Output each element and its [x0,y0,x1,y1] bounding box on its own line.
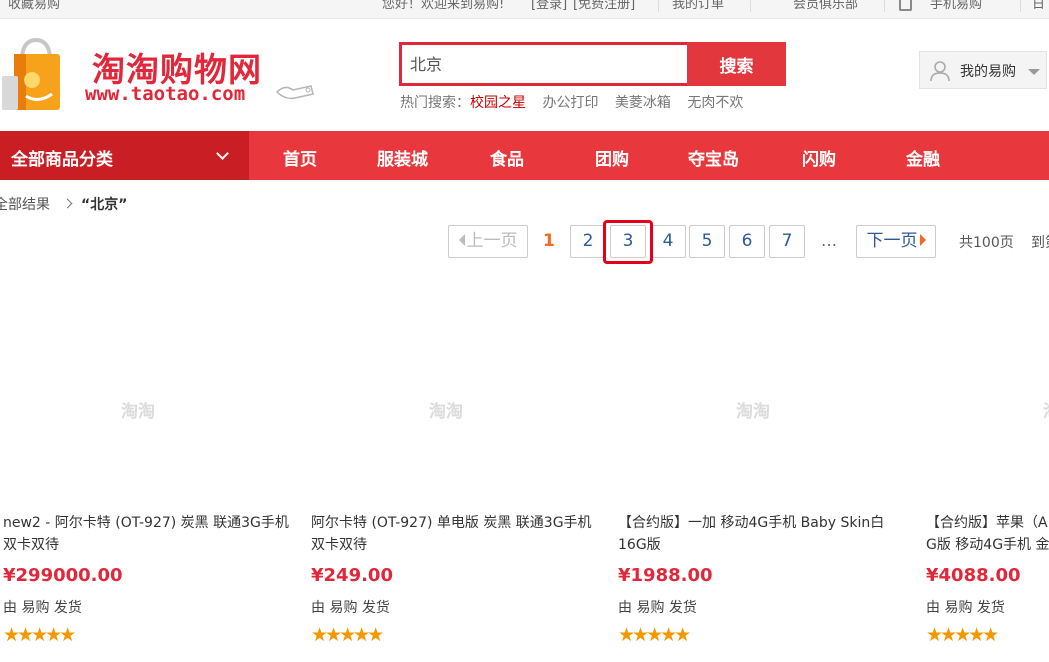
page-button[interactable]: 3 [610,225,646,258]
product-title[interactable]: new2 - 阿尔卡特 (OT-927) 炭黑 联通3G手机 双卡双待 [3,512,293,556]
image-watermark: 淘淘 [429,402,463,422]
rating-stars-icon: ★★★★★ [311,624,384,646]
price-tag-icon [275,85,314,100]
product-image[interactable]: 淘淘 [3,290,293,505]
product-shipping: 由 易购 发货 [926,600,1005,616]
page-button[interactable]: 2 [570,225,606,258]
product-image[interactable]: 淘 [926,290,1049,505]
login-link[interactable]: [登录] [531,0,567,12]
image-watermark: 淘淘 [736,402,770,422]
search-box [399,42,688,86]
prev-page-label: 上一页 [466,231,518,251]
product-title[interactable]: 【合约版】一加 移动4G手机 Baby Skin白 16G版 [618,512,908,556]
chevron-down-icon [1028,69,1040,75]
product-card[interactable]: 淘淘 阿尔卡特 (OT-927) 单电版 炭黑 联通3G手机 双卡双待 ¥249… [311,290,601,662]
product-price: ¥4088.00 [926,565,1021,586]
hot-search-term[interactable]: 办公打印 [542,95,598,111]
current-page: 1 [543,231,555,251]
next-page-button[interactable]: 下一页 [856,225,936,258]
product-image[interactable]: 淘淘 [311,290,601,505]
product-shipping: 由 易购 发货 [3,600,82,616]
product-price: ¥249.00 [311,565,393,586]
top-utility-bar: 收藏易购 您好！欢迎来到易购! [登录] [免费注册] 我的订单 会员俱乐部 手… [0,0,1049,19]
my-account-label: 我的易购 [960,64,1016,80]
product-title[interactable]: 【合约版】苹果（A G版 移动4G手机 金 [926,512,1049,556]
user-avatar-icon [930,61,950,82]
breadcrumb-root[interactable]: 全部结果 [0,197,50,213]
chevron-down-icon [216,147,229,160]
product-image[interactable]: 淘淘 [618,290,908,505]
image-watermark: 淘 [1043,397,1049,422]
divider [1020,0,1021,12]
search-button[interactable]: 搜索 [687,42,786,86]
search-input[interactable] [402,45,688,81]
rating-stars-icon: ★★★★★ [926,624,999,646]
hot-search-label: 热门搜索： [400,95,470,111]
divider [750,0,751,12]
page-button[interactable]: 6 [729,225,765,258]
welcome-text: 您好！欢迎来到易购! [382,0,505,12]
topbar-edge-text: 日 [1032,0,1046,12]
product-shipping: 由 易购 发货 [311,600,390,616]
site-logo-url: www.taotao.com [85,83,246,105]
hot-search: 热门搜索：校园之星 办公打印 美菱冰箱 无肉不欢 [400,92,755,112]
shopping-bag-logo-icon[interactable] [2,36,69,112]
breadcrumb-keyword: “北京” [81,197,128,213]
chevron-left-icon [458,234,465,246]
pager-ellipsis: … [821,231,837,250]
hot-search-term[interactable]: 美菱冰箱 [615,95,671,111]
product-title[interactable]: 阿尔卡特 (OT-927) 单电版 炭黑 联通3G手机 双卡双待 [311,512,601,556]
chevron-right-icon [919,234,926,246]
prev-page-button[interactable]: 上一页 [448,225,528,258]
nav-item-finance[interactable]: 金融 [906,145,940,170]
page-button[interactable]: 5 [689,225,725,258]
page-button[interactable]: 7 [769,225,805,258]
rating-stars-icon: ★★★★★ [3,624,76,646]
my-account-dropdown[interactable]: 我的易购 [919,51,1047,89]
my-orders-link[interactable]: 我的订单 [672,0,724,12]
nav-item-treasure-island[interactable]: 夺宝岛 [688,145,739,170]
member-club-link[interactable]: 会员俱乐部 [793,0,858,12]
mobile-phone-icon [899,0,912,11]
all-categories-label: 全部商品分类 [11,150,113,170]
all-categories-menu[interactable]: 全部商品分类 [0,131,249,180]
total-pages: 共100页 [959,235,1014,251]
nav-item-clothing[interactable]: 服装城 [377,145,428,170]
nav-item-food[interactable]: 食品 [490,145,524,170]
image-watermark: 淘淘 [121,402,155,422]
goto-page-label: 到第 [1031,235,1049,251]
product-card[interactable]: 淘淘 【合约版】一加 移动4G手机 Baby Skin白 16G版 ¥1988.… [618,290,908,662]
product-card[interactable]: 淘淘 new2 - 阿尔卡特 (OT-927) 炭黑 联通3G手机 双卡双待 ¥… [3,290,293,662]
hot-search-term[interactable]: 无肉不欢 [687,95,743,111]
divider [658,0,659,12]
product-price: ¥1988.00 [618,565,713,586]
product-shipping: 由 易购 发货 [618,600,697,616]
rating-stars-icon: ★★★★★ [618,624,691,646]
chevron-right-icon [62,198,73,209]
divider [884,0,885,12]
next-page-label: 下一页 [866,231,918,251]
breadcrumb: 全部结果 “北京” [0,194,127,214]
mobile-app-link[interactable]: 手机易购 [930,0,982,12]
main-nav: 全部商品分类 首页 服装城 食品 团购 夺宝岛 闪购 金融 [0,131,1049,180]
nav-item-home[interactable]: 首页 [283,145,317,170]
nav-item-group-buy[interactable]: 团购 [595,145,629,170]
product-card[interactable]: 淘 【合约版】苹果（A G版 移动4G手机 金 ¥4088.00 由 易购 发货… [926,290,1049,662]
register-link[interactable]: [免费注册] [573,0,635,12]
nav-item-flash-sale[interactable]: 闪购 [802,145,836,170]
favorite-link[interactable]: 收藏易购 [8,0,60,12]
page-button[interactable]: 4 [650,225,686,258]
hot-search-term[interactable]: 校园之星 [470,95,526,111]
product-price: ¥299000.00 [3,565,123,586]
